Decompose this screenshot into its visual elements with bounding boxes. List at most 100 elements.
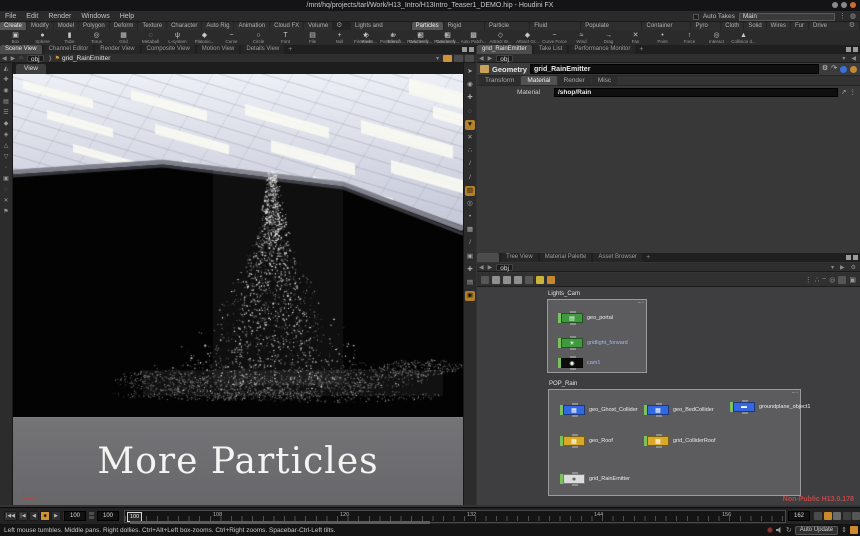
back-icon[interactable]: ◀ bbox=[477, 55, 486, 62]
playback-button[interactable]: ■ bbox=[40, 511, 50, 521]
net-menu-icon[interactable]: ⋮ bbox=[805, 276, 812, 284]
viewport-tool-icon[interactable]: ◆ bbox=[4, 121, 9, 127]
network-node[interactable]: ☀ gridlight_forward bbox=[558, 338, 628, 348]
magnifier-icon[interactable]: ◎ bbox=[829, 276, 835, 284]
viewport-tool-icon[interactable]: ◌ bbox=[465, 107, 475, 117]
box-controls[interactable]: – ▫ bbox=[638, 301, 644, 306]
node-icon[interactable]: ▦ bbox=[563, 436, 585, 446]
shelf-tool-button[interactable]: ▮ Tube bbox=[56, 30, 83, 46]
orange-globe-icon[interactable] bbox=[850, 66, 857, 73]
shelf-tab[interactable]: Cloud FX bbox=[270, 22, 303, 30]
shelf-tab[interactable]: Create bbox=[0, 22, 26, 30]
shelf-tool-button[interactable]: ψ L-system bbox=[164, 30, 191, 46]
playbar-option-icon[interactable] bbox=[852, 512, 860, 520]
back-icon[interactable]: ◀ bbox=[477, 264, 486, 271]
shelf-tab[interactable]: Populate Containers bbox=[581, 22, 641, 30]
viewport-tool-icon[interactable]: ⚑ bbox=[3, 209, 8, 215]
menu-item[interactable]: Edit bbox=[21, 13, 43, 20]
network-node[interactable]: ▦ geo_Roof bbox=[560, 436, 613, 446]
pane-controls[interactable] bbox=[846, 255, 858, 260]
shelf-tool-button[interactable]: ✕ Fan bbox=[622, 30, 649, 46]
view-tab[interactable]: View bbox=[16, 64, 46, 74]
arrows-icon[interactable]: ↷ bbox=[831, 64, 837, 74]
forward-icon[interactable]: ▶ bbox=[486, 55, 495, 62]
pane-tab[interactable] bbox=[477, 253, 499, 262]
network-node[interactable]: ▬ groundplane_object1 bbox=[730, 402, 810, 412]
viewport-tool-icon[interactable]: ✚ bbox=[465, 93, 475, 103]
current-frame-field[interactable]: 100 bbox=[64, 511, 86, 521]
shelf-tool-button[interactable]: ▩ Auto Patch... bbox=[460, 30, 487, 46]
node-icon[interactable]: ▬ bbox=[733, 402, 755, 412]
nav-icon[interactable]: ◀ bbox=[849, 55, 858, 62]
new-tab-icon[interactable]: + bbox=[644, 253, 652, 262]
viewport-tool-icon[interactable]: ▧ bbox=[465, 186, 475, 196]
shelf-tab[interactable]: Wires bbox=[767, 22, 790, 30]
shelf-tab[interactable]: Rigid Bodies bbox=[444, 22, 484, 30]
range-end-field[interactable]: 162 bbox=[788, 511, 810, 521]
path-context[interactable]: obj bbox=[496, 264, 513, 271]
viewport-tool-icon[interactable]: ◈ bbox=[4, 132, 9, 138]
shelf-tab[interactable]: Deform bbox=[110, 22, 138, 30]
auto-update-selector[interactable]: Auto Update bbox=[795, 526, 838, 535]
menu-item[interactable]: Help bbox=[115, 13, 139, 20]
shelf-tool-button[interactable]: ▣ Box bbox=[2, 30, 29, 46]
menu-item[interactable]: File bbox=[0, 13, 21, 20]
menu-item[interactable]: Windows bbox=[76, 13, 114, 20]
shelf-tab[interactable]: Volume bbox=[304, 22, 332, 30]
viewport-tool-icon[interactable]: • bbox=[465, 212, 475, 222]
dropdown-icon[interactable]: ▾ bbox=[434, 55, 441, 62]
shelf-tab[interactable]: Particle Fluids bbox=[485, 22, 529, 30]
playback-button[interactable]: ◀ bbox=[29, 511, 39, 521]
gear-icon[interactable]: ⚙ bbox=[822, 64, 828, 74]
playback-button[interactable]: |◀◀ bbox=[4, 511, 17, 521]
network-node[interactable]: ◉ cam1 bbox=[558, 358, 600, 368]
gear-icon[interactable]: ⚙ bbox=[849, 264, 858, 271]
network-box-lights-cam[interactable]: Lights_Cam – ▫ ▤ geo_portal ☀ gridlight_… bbox=[547, 299, 647, 373]
playbar-option-icon[interactable] bbox=[814, 512, 822, 520]
shelf-tool-button[interactable]: ★ Fireworks... bbox=[352, 30, 379, 46]
parameter-tab[interactable]: Transform bbox=[479, 76, 520, 85]
node-name-field[interactable]: grid_RainEmitter bbox=[530, 64, 819, 74]
shelf-tab[interactable]: Fluid Containers bbox=[530, 22, 580, 30]
viewport-tool-icon[interactable]: ✕ bbox=[465, 133, 475, 143]
parameter-tab[interactable]: Material bbox=[521, 76, 556, 85]
network-node[interactable]: ∗ grid_RainEmitter bbox=[560, 474, 630, 484]
shelf-tool-button[interactable]: ▲ Collision d... bbox=[730, 30, 757, 46]
shelf-tool-button[interactable]: ∗ Particles fr... bbox=[379, 30, 406, 46]
shelf-tool-button[interactable]: ◇ Attract W... bbox=[487, 30, 514, 46]
network-node[interactable]: ▤ geo_portal bbox=[558, 313, 613, 323]
network-node[interactable]: ▦ geo_Ghost_Collider bbox=[560, 405, 638, 415]
net-wire-icon[interactable]: ~ bbox=[822, 276, 826, 283]
pane-tab[interactable]: Performance Monitor bbox=[569, 45, 635, 54]
open-floating-icon[interactable]: ↗ bbox=[841, 88, 846, 96]
shelf-tool-button[interactable]: ◌ Metaball bbox=[137, 30, 164, 46]
shelf-tab[interactable]: Animation bbox=[234, 22, 269, 30]
net-tool-icon[interactable] bbox=[481, 276, 489, 284]
range-toggle-icons[interactable] bbox=[89, 512, 94, 519]
playbar-option-icon[interactable] bbox=[824, 512, 832, 520]
cook-mode-icon[interactable] bbox=[850, 526, 858, 534]
path-context[interactable]: obj bbox=[27, 55, 44, 62]
net-tool-icon[interactable] bbox=[525, 276, 533, 284]
shelf-tab[interactable]: Polygon bbox=[79, 22, 109, 30]
shelf-gear-icon[interactable]: ⚙ bbox=[846, 22, 858, 30]
network-editor[interactable]: Lights_Cam – ▫ ▤ geo_portal ☀ gridlight_… bbox=[477, 287, 860, 505]
new-tab-icon[interactable]: + bbox=[286, 45, 294, 54]
node-icon[interactable]: ▦ bbox=[647, 436, 669, 446]
network-box-pop-rain[interactable]: POP_Rain – ▫ ▦ geo_Ghost_Collider ▦ geo_… bbox=[548, 389, 801, 496]
pane-controls[interactable] bbox=[846, 47, 858, 52]
maximize-button[interactable] bbox=[841, 2, 847, 8]
shelf-tool-button[interactable]: ~ Curve Force bbox=[541, 30, 568, 46]
viewport-tool-icon[interactable]: ▤ bbox=[465, 278, 475, 288]
shelf-tab[interactable]: Pyro FX bbox=[691, 22, 720, 30]
frame-icon[interactable]: ▣ bbox=[849, 276, 856, 284]
record-icon[interactable] bbox=[767, 527, 773, 533]
pane-tab[interactable]: Take List bbox=[534, 45, 568, 54]
shelf-tool-button[interactable]: ↑ Force bbox=[676, 30, 703, 46]
network-box-title[interactable]: Lights_Cam bbox=[548, 291, 580, 297]
shelf-tool-button[interactable]: ◆ Attract Gr... bbox=[514, 30, 541, 46]
viewport-tool-icon[interactable]: ✕ bbox=[3, 198, 8, 204]
shelf-tab[interactable]: Lights and Cameras bbox=[351, 22, 411, 30]
home-icon[interactable]: ⌂ bbox=[17, 55, 25, 61]
network-box-title[interactable]: POP_Rain bbox=[549, 381, 577, 387]
